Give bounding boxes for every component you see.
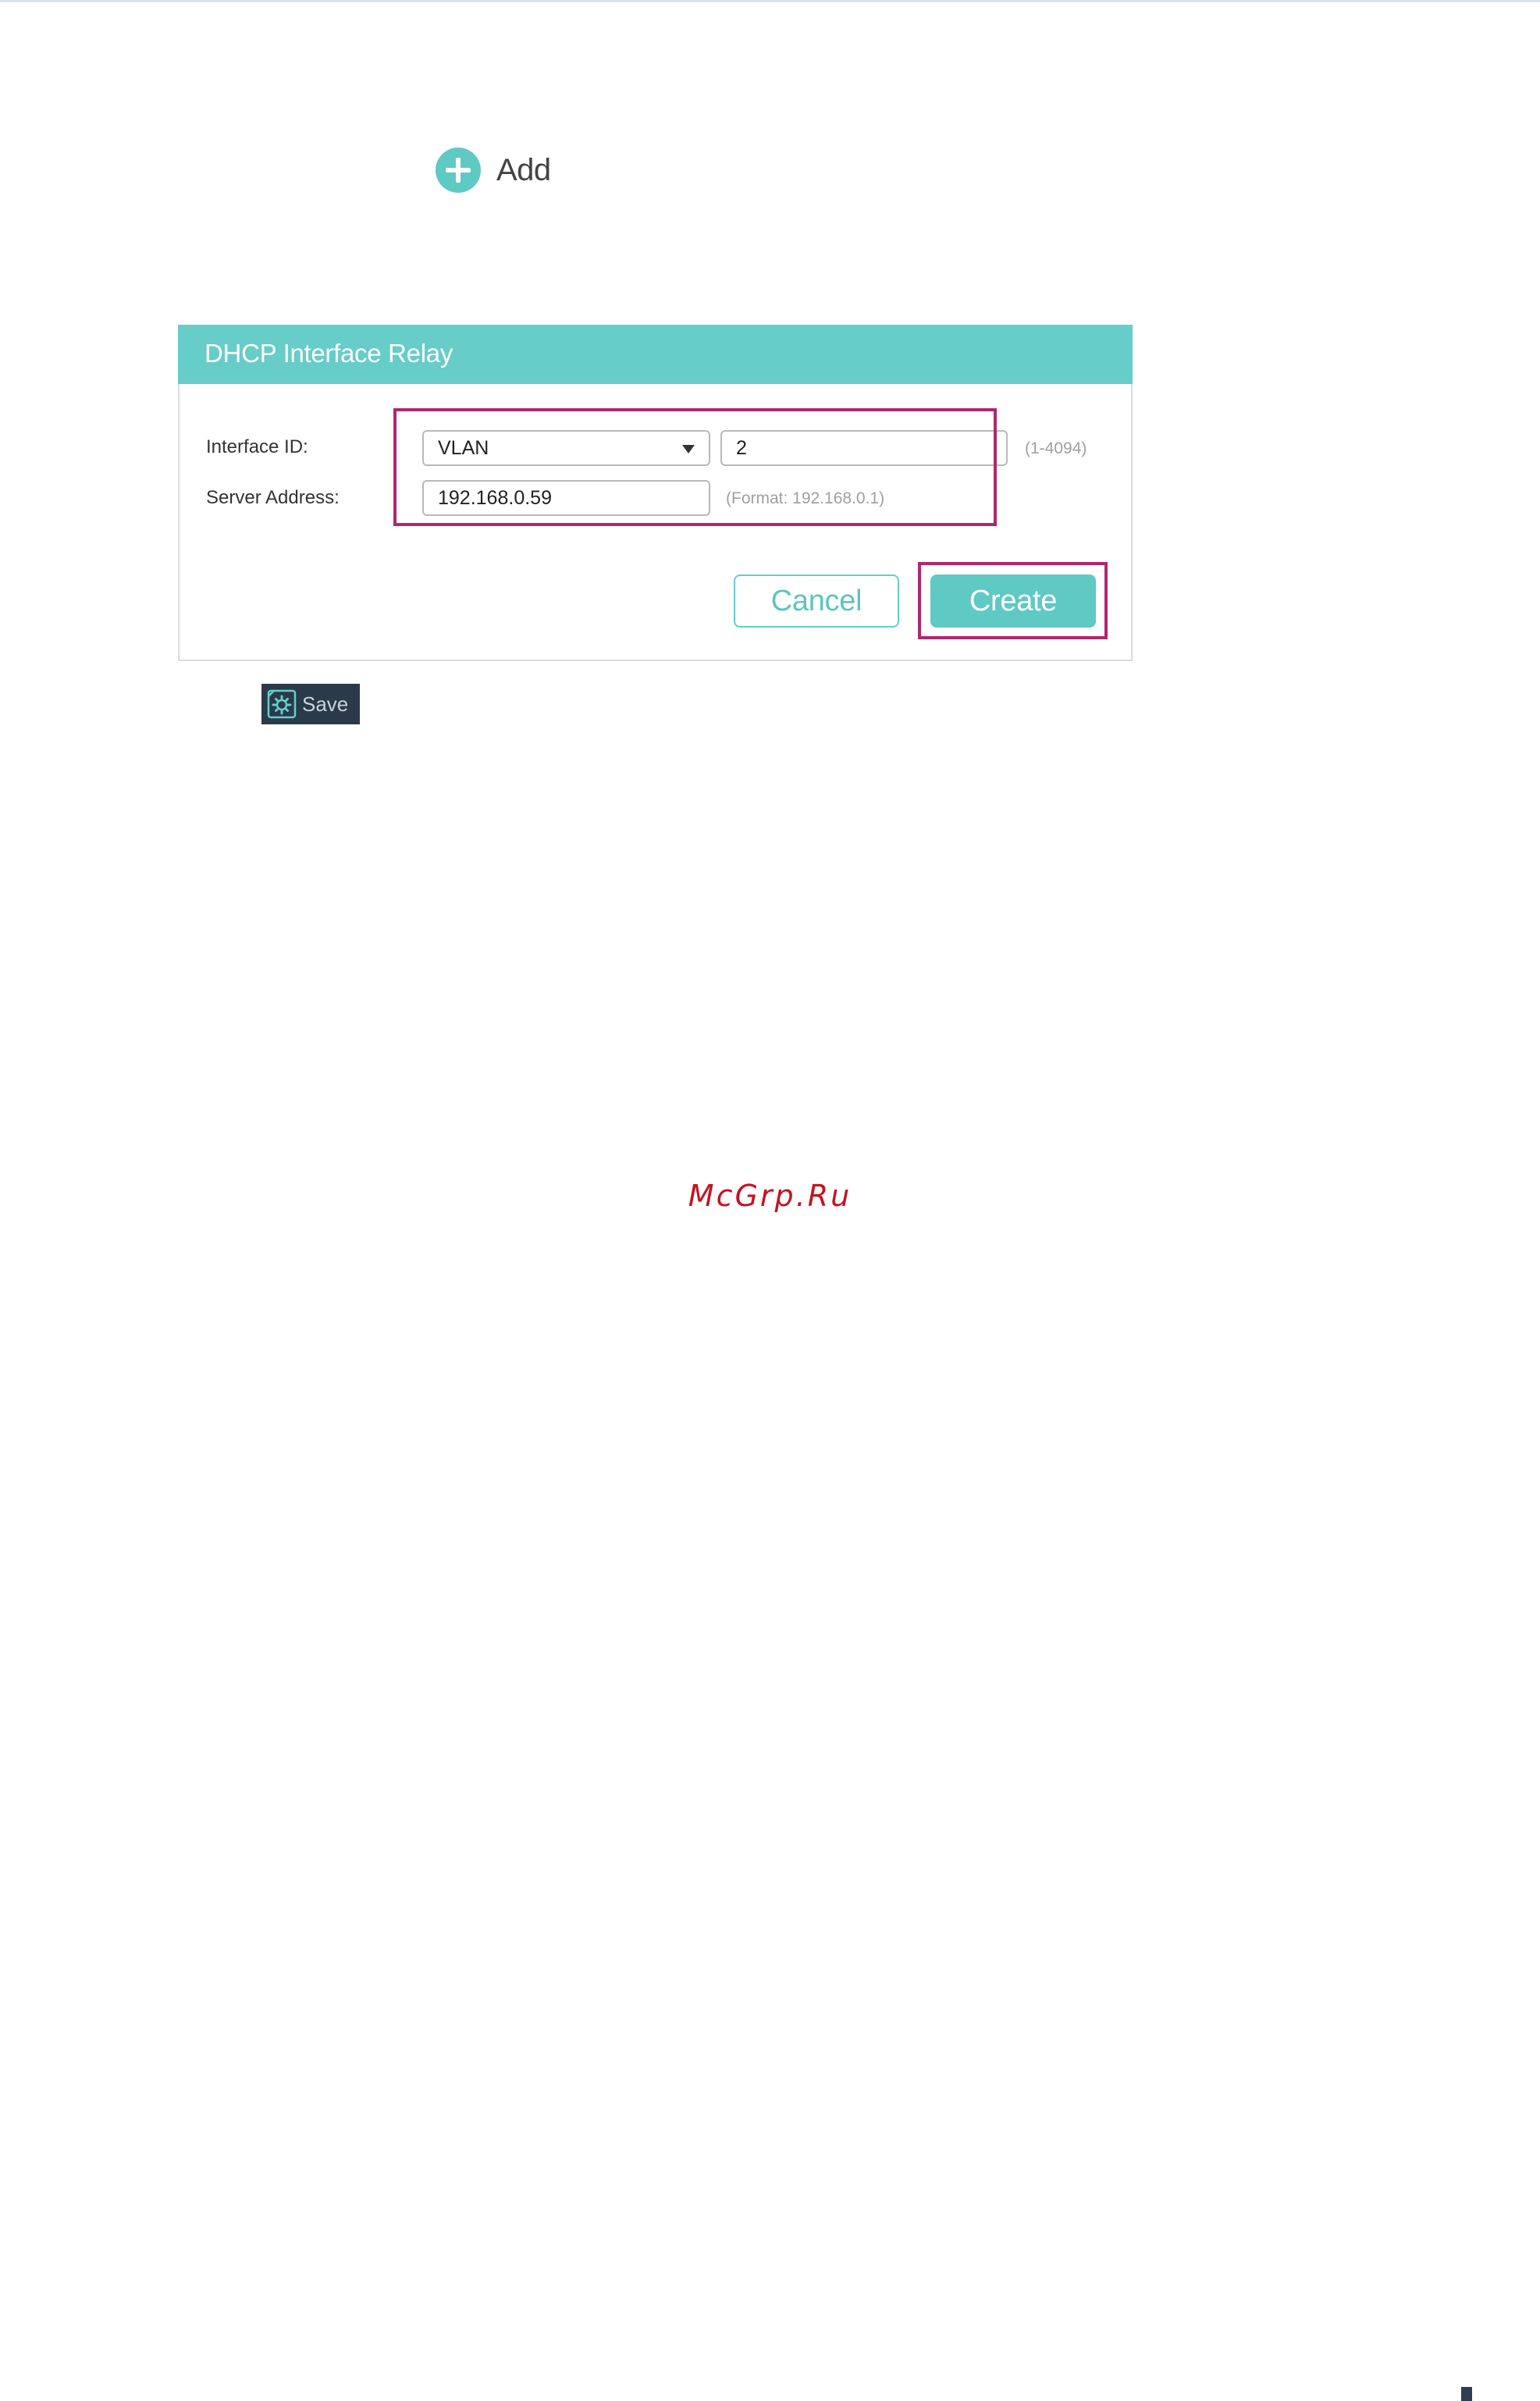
add-button[interactable]: Add [436, 147, 551, 194]
top-divider [0, 0, 1540, 2]
interface-id-range-hint: (1-4094) [1025, 439, 1087, 457]
dialog-header: DHCP Interface Relay [178, 325, 1133, 384]
create-highlight-box [918, 562, 1108, 639]
dhcp-interface-relay-dialog: DHCP Interface Relay Interface ID: VLAN … [178, 325, 1133, 661]
add-button-label: Add [496, 152, 551, 187]
save-button-label: Save [302, 692, 349, 716]
fields-highlight-box [393, 408, 997, 526]
cancel-button[interactable]: Cancel [734, 574, 899, 628]
corner-mark [1461, 2387, 1472, 2401]
watermark: McGrp.Ru [688, 1179, 852, 1213]
interface-id-label: Interface ID: [206, 436, 308, 457]
plus-circle-icon [436, 148, 481, 193]
dialog-title: DHCP Interface Relay [205, 339, 453, 368]
server-address-label: Server Address: [206, 487, 340, 508]
gear-save-icon [267, 689, 297, 719]
save-button[interactable]: Save [261, 684, 360, 724]
